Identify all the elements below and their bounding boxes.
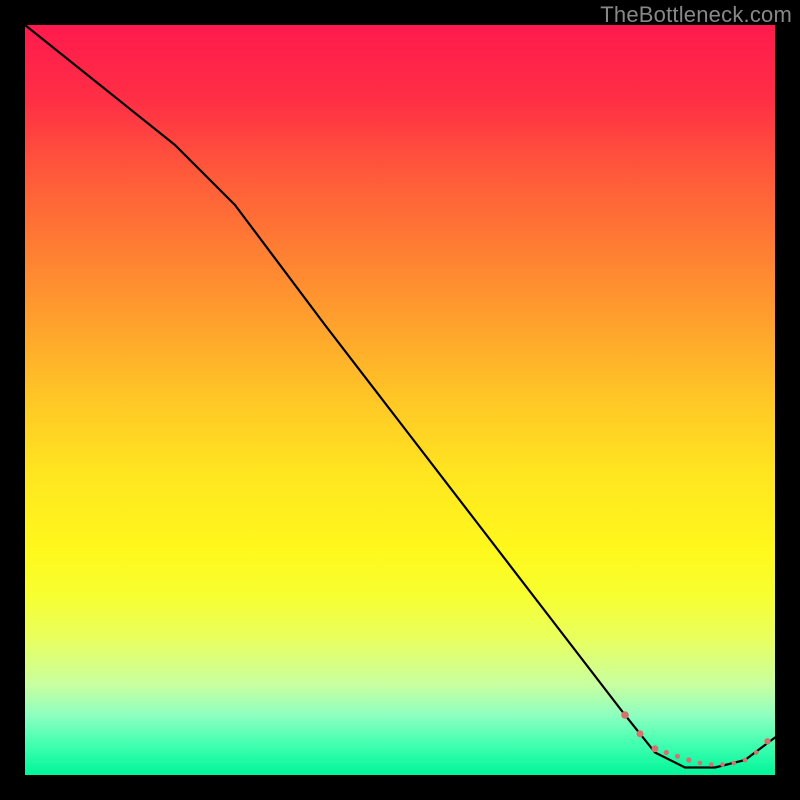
optimal-dot (675, 754, 680, 759)
watermark-text: TheBottleneck.com (600, 2, 792, 28)
optimal-dot (732, 761, 737, 766)
optimal-dot (664, 750, 669, 755)
chart-stage: TheBottleneck.com (0, 0, 800, 800)
optimal-dot (698, 761, 703, 766)
optimal-dot (686, 757, 691, 762)
chart-overlay-svg (25, 25, 775, 775)
bottleneck-curve (25, 25, 775, 768)
optimal-dot (754, 750, 759, 755)
optimal-dot (720, 762, 725, 767)
optimal-dot (637, 730, 644, 737)
optimal-dot (764, 738, 770, 744)
optimal-dot (652, 745, 659, 752)
optimal-dot (709, 762, 714, 767)
optimal-dot (621, 711, 629, 719)
optimal-dot (743, 758, 748, 763)
